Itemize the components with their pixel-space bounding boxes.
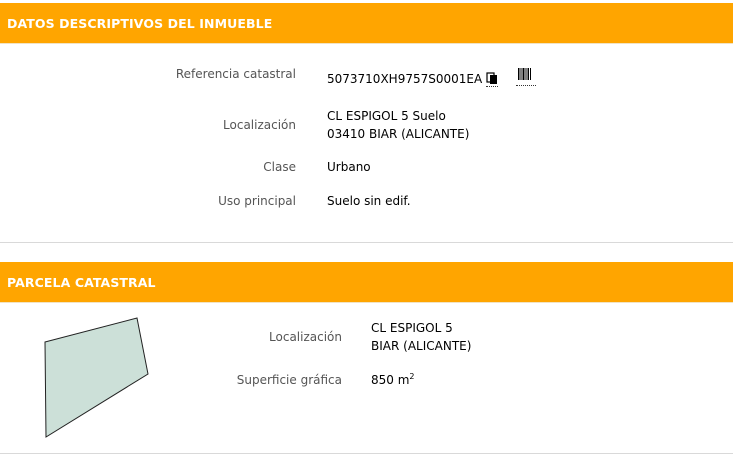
superficie-value-wrap: 850 m2	[371, 371, 415, 389]
inmueble-title: DATOS DESCRIPTIVOS DEL INMUEBLE	[7, 16, 273, 31]
referencia-label: Referencia catastral	[175, 67, 296, 81]
parcel-map	[44, 317, 149, 438]
localizacion-line1: CL ESPIGOL 5 Suelo	[327, 109, 446, 123]
parcela-title: PARCELA CATASTRAL	[7, 275, 156, 290]
uso-value: Suelo sin edif.	[327, 194, 411, 208]
parcela-body: Localización CL ESPIGOL 5 BIAR (ALICANTE…	[0, 303, 733, 454]
inmueble-body: Referencia catastral 5073710XH9757S0001E…	[0, 44, 733, 243]
copy-icon[interactable]	[486, 72, 498, 87]
parcela-localizacion-label: Localización	[269, 330, 342, 344]
parcela-localizacion-line2: BIAR (ALICANTE)	[371, 339, 472, 353]
referencia-value[interactable]: 5073710XH9757S0001EA	[327, 70, 482, 88]
superficie-value: 850 m	[371, 373, 410, 387]
parcela-localizacion-line1: CL ESPIGOL 5	[371, 321, 453, 335]
uso-label: Uso principal	[218, 194, 296, 208]
superficie-unit-exp: 2	[409, 372, 415, 381]
localizacion-line2: 03410 BIAR (ALICANTE)	[327, 127, 470, 141]
parcela-header: PARCELA CATASTRAL	[0, 262, 733, 303]
clase-value: Urbano	[327, 160, 371, 174]
parcel-polygon	[44, 317, 149, 438]
localizacion-label: Localización	[223, 118, 296, 132]
inmueble-header: DATOS DESCRIPTIVOS DEL INMUEBLE	[0, 3, 733, 44]
barcode-icon[interactable]	[516, 68, 536, 86]
superficie-label: Superficie gráfica	[236, 373, 342, 387]
clase-label: Clase	[263, 160, 296, 174]
